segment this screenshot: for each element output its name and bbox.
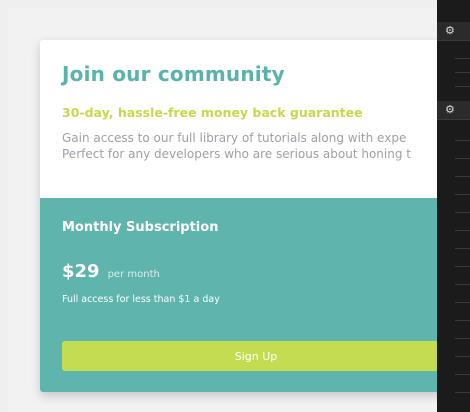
code-line	[455, 212, 470, 213]
description-line-2: Perfect for any developers who are serio…	[62, 147, 411, 161]
plan-name: Monthly Subscription	[62, 220, 219, 235]
code-line	[455, 320, 470, 321]
price-row: $29 per month	[62, 261, 160, 282]
panel-header-bottom: ⚙	[437, 101, 470, 120]
page-background: Join our community 30-day, hassle-free m…	[0, 0, 450, 412]
price-period: per month	[107, 269, 160, 280]
code-line	[455, 58, 470, 59]
gear-icon[interactable]: ⚙	[445, 24, 455, 38]
card-header-section: Join our community 30-day, hassle-free m…	[40, 40, 450, 198]
gear-icon[interactable]: ⚙	[445, 103, 455, 117]
code-line	[455, 194, 470, 195]
card-title: Join our community	[62, 62, 285, 86]
card-description: Gain access to our full library of tutor…	[62, 130, 411, 162]
code-line	[455, 392, 470, 393]
code-line	[455, 140, 470, 141]
guarantee-text: 30-day, hassle-free money back guarantee	[62, 105, 363, 120]
plan-tagline: Full access for less than $1 a day	[62, 294, 220, 305]
code-line	[455, 284, 470, 285]
price-amount: $29	[62, 261, 100, 282]
code-line	[455, 302, 470, 303]
code-line	[455, 356, 470, 357]
code-line	[455, 374, 470, 375]
code-line	[455, 158, 470, 159]
sign-up-button[interactable]: Sign Up	[62, 341, 450, 371]
code-line	[455, 230, 470, 231]
panel-header-top: ⚙	[437, 22, 470, 41]
code-line	[455, 248, 470, 249]
code-line	[455, 176, 470, 177]
pricing-card: Join our community 30-day, hassle-free m…	[40, 40, 450, 392]
editor-side-panel: ⚙ ⚙	[437, 0, 470, 412]
subscription-section: Monthly Subscription $29 per month Full a…	[40, 198, 450, 392]
code-line	[455, 266, 470, 267]
code-line	[455, 338, 470, 339]
description-line-1: Gain access to our full library of tutor…	[62, 131, 407, 145]
code-line	[455, 72, 470, 73]
code-line	[455, 86, 470, 87]
